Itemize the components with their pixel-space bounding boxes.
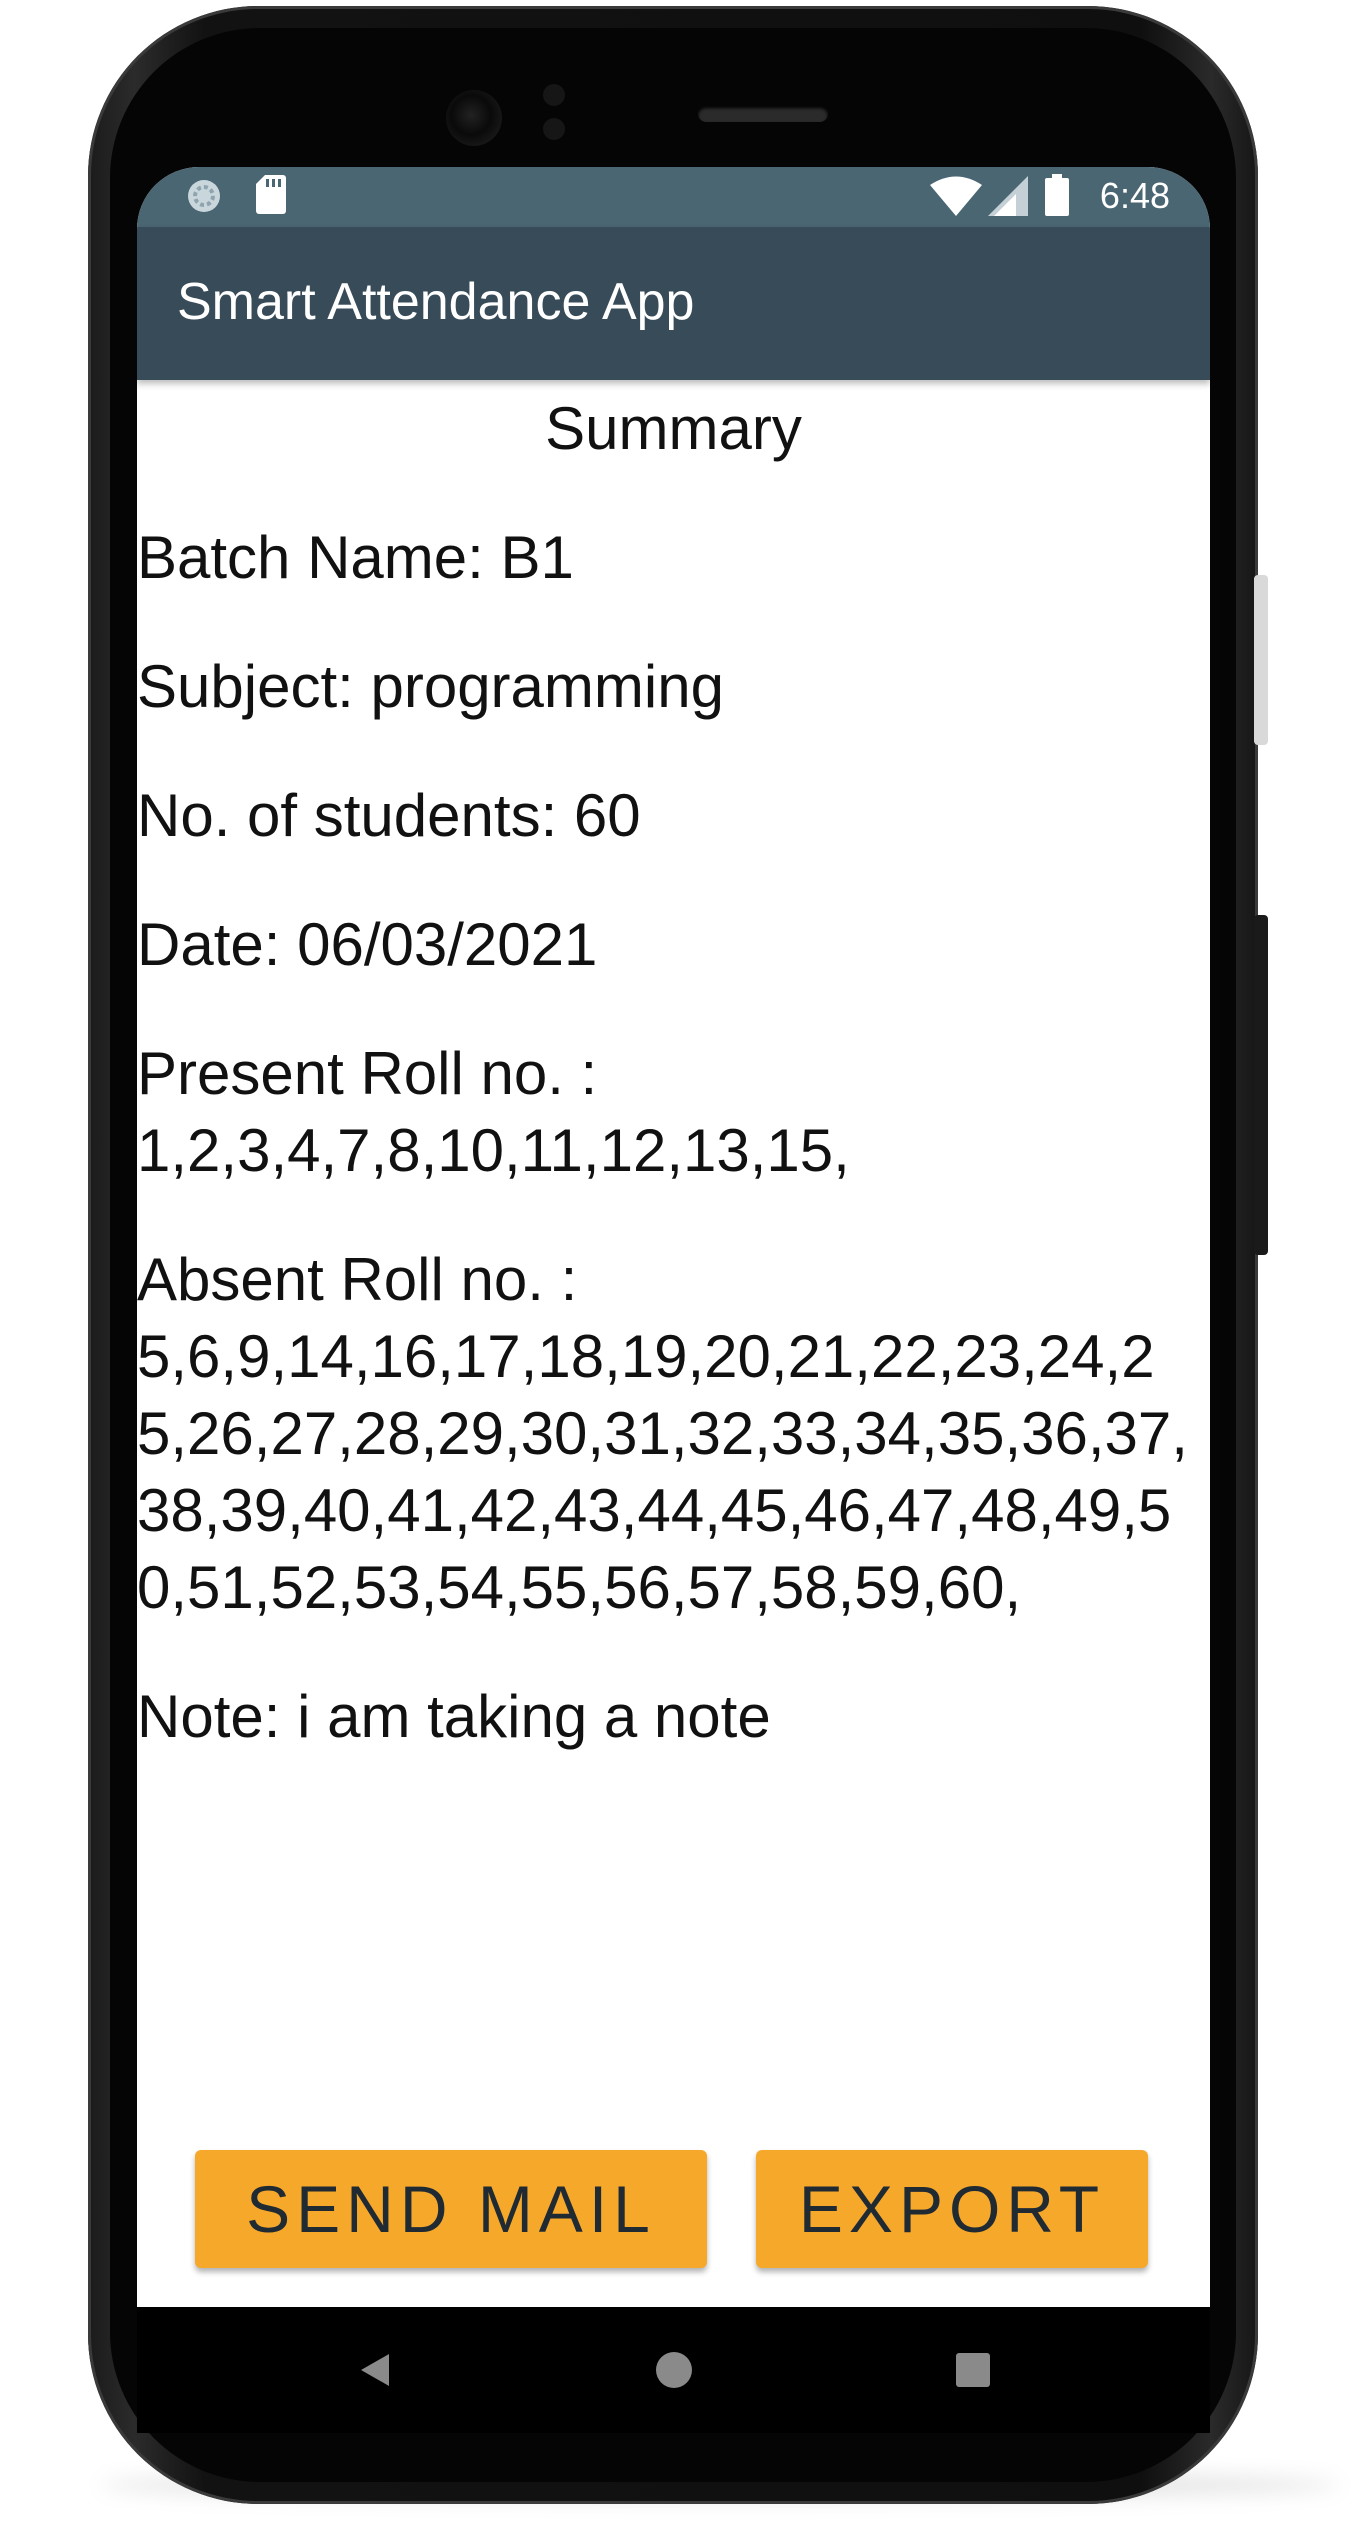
note-value: i am taking a note: [297, 1683, 771, 1750]
date-field: Date: 06/03/2021: [137, 906, 1197, 983]
absent-roll-value: 5,6,9,14,16,17,18,19,20,21,22,23,24,25,2…: [137, 1323, 1188, 1621]
export-button[interactable]: EXPORT: [756, 2150, 1148, 2268]
present-roll-field: Present Roll no. : 1,2,3,4,7,8,10,11,12,…: [137, 1035, 1197, 1189]
nav-bar: [137, 2307, 1210, 2433]
back-icon[interactable]: [355, 2350, 395, 2390]
proximity-sensor: [543, 84, 565, 106]
wifi-icon: [930, 176, 982, 216]
volume-button: [1254, 915, 1268, 1255]
cell-signal-icon: [988, 176, 1028, 216]
media-scanner-icon: [188, 180, 220, 212]
students-field: No. of students: 60: [137, 777, 1197, 854]
subject-value: programming: [370, 653, 724, 720]
subject-label: Subject:: [137, 653, 371, 720]
recents-icon[interactable]: [953, 2350, 993, 2390]
light-sensor: [543, 118, 565, 140]
date-label: Date:: [137, 911, 298, 978]
present-roll-value: 1,2,3,4,7,8,10,11,12,13,15,: [137, 1117, 850, 1184]
present-roll-label: Present Roll no. :: [137, 1040, 598, 1107]
home-icon[interactable]: [654, 2350, 694, 2390]
note-label: Note:: [137, 1683, 298, 1750]
batch-name-field: Batch Name: B1: [137, 519, 1197, 596]
battery-icon: [1045, 174, 1069, 216]
app-bar: Smart Attendance App: [137, 227, 1210, 380]
date-value: 06/03/2021: [297, 911, 598, 978]
app-title: Smart Attendance App: [177, 273, 695, 331]
earpiece: [698, 106, 828, 122]
sd-card-icon: [256, 175, 286, 214]
note-field: Note: i am taking a note: [137, 1678, 1197, 1755]
students-label: No. of students:: [137, 782, 574, 849]
batch-name-label: Batch Name:: [137, 524, 501, 591]
summary-heading: Summary: [545, 395, 802, 462]
summary-content: Summary Batch Name: B1 Subject: programm…: [137, 380, 1210, 1755]
absent-roll-label: Absent Roll no. :: [137, 1246, 578, 1313]
device-frame: 6:48 Smart Attendance App Summary Batch …: [0, 0, 1370, 2534]
students-value: 60: [573, 782, 641, 849]
status-bar: 6:48: [137, 167, 1210, 227]
front-camera-icon: [446, 90, 502, 146]
status-time: 6:48: [1099, 175, 1170, 216]
screen: 6:48 Smart Attendance App Summary Batch …: [137, 167, 1210, 2307]
subject-field: Subject: programming: [137, 648, 1197, 725]
power-button: [1254, 575, 1268, 745]
batch-name-value: B1: [500, 524, 574, 591]
absent-roll-field: Absent Roll no. : 5,6,9,14,16,17,18,19,2…: [137, 1241, 1197, 1626]
send-mail-button[interactable]: SEND MAIL: [195, 2150, 707, 2268]
